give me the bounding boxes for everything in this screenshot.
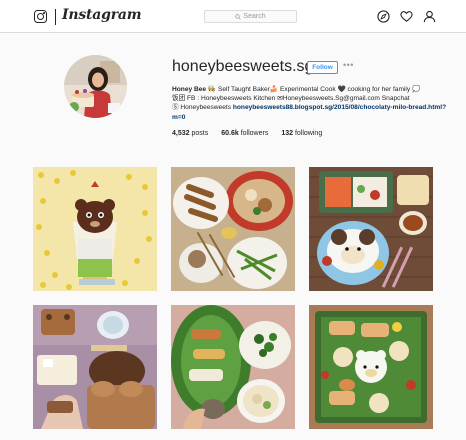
posts-stat: 4,532 posts <box>172 130 208 137</box>
profile-username: honeybeesweets.sg <box>172 58 314 75</box>
following-label: following <box>294 130 323 137</box>
post-thumbnail-4[interactable] <box>33 305 157 429</box>
post-thumbnail-2[interactable] <box>171 167 295 291</box>
bio-name: Honey Bee <box>172 86 207 93</box>
more-options-button[interactable]: ••• <box>343 60 354 70</box>
followers-count: 60.6k <box>221 130 239 137</box>
logo-divider <box>55 9 56 25</box>
search-placeholder: Search <box>243 13 266 20</box>
top-nav-bar: Instagram Search <box>0 0 466 33</box>
follow-button[interactable]: Follow <box>307 61 338 74</box>
post-thumbnail-6[interactable] <box>309 305 433 429</box>
post-thumbnail-5[interactable] <box>171 305 295 429</box>
post-thumbnail-3[interactable] <box>309 167 433 291</box>
following-count: 132 <box>281 130 294 137</box>
instagram-wordmark[interactable]: Instagram <box>62 7 142 23</box>
bio-line-3: Ⓢ Honeybeesweets <box>172 104 232 112</box>
profile-bio: Honey Bee 👩‍🍳 Self Taught Baker🍰 Experim… <box>172 85 457 122</box>
search-input[interactable]: Search <box>204 10 297 23</box>
following-stat[interactable]: 132 following <box>281 130 322 137</box>
followers-label: followers <box>240 130 269 137</box>
post-thumbnail-1[interactable] <box>33 167 157 291</box>
followers-stat[interactable]: 60.6k followers <box>221 130 268 137</box>
posts-count: 4,532 <box>172 130 190 137</box>
bio-line-2: 饭团 FB : Honeybeesweets Kitchen ✉Honeybee… <box>172 95 410 103</box>
heart-icon[interactable] <box>400 10 413 23</box>
profile-avatar[interactable] <box>64 55 127 118</box>
profile-stats: 4,532 posts 60.6k followers 132 followin… <box>172 130 322 137</box>
posts-label: posts <box>191 130 209 137</box>
compass-icon[interactable] <box>377 10 390 23</box>
bio-line-1: 👩‍🍳 Self Taught Baker🍰 Experimental Cook… <box>206 86 421 93</box>
instagram-logo-icon[interactable] <box>34 10 47 23</box>
profile-icon[interactable] <box>423 10 436 23</box>
search-icon <box>235 13 242 20</box>
